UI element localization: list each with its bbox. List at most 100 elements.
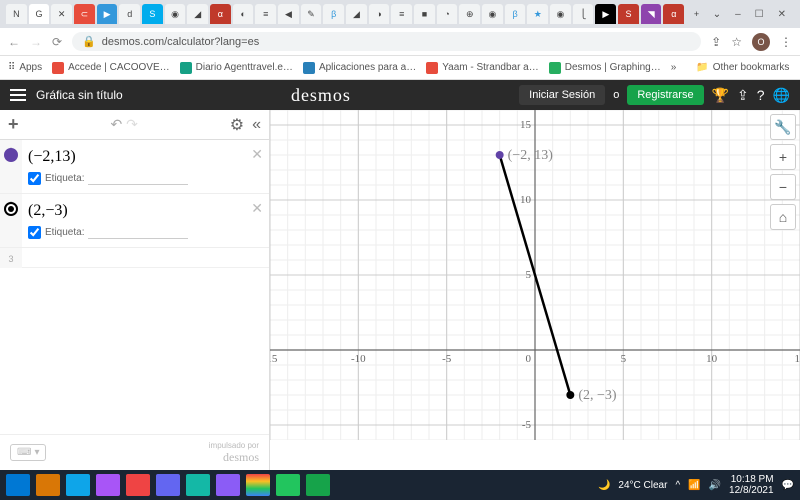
taskbar-app-icon[interactable]: [66, 474, 90, 496]
tab[interactable]: ▶: [595, 4, 616, 24]
weather-text[interactable]: 24°C Clear: [618, 480, 667, 491]
tab[interactable]: ✕: [51, 4, 72, 24]
url-input[interactable]: 🔒 desmos.com/calculator?lang=es: [72, 32, 701, 51]
tab[interactable]: ★: [527, 4, 548, 24]
bookmark-item[interactable]: Accede | CACOOVE…: [52, 62, 170, 74]
tab[interactable]: β: [505, 4, 526, 24]
graph-canvas[interactable]: -15-10-551015-5510150(−2, 13)(2, −3) 🔧 +…: [270, 110, 800, 470]
label-input[interactable]: [88, 173, 188, 185]
taskbar-app-icon[interactable]: [216, 474, 240, 496]
tab[interactable]: ◔: [437, 4, 458, 24]
profile-avatar[interactable]: O: [752, 33, 770, 51]
tab[interactable]: ◑: [369, 4, 390, 24]
color-dot-icon[interactable]: [4, 202, 18, 216]
star-icon[interactable]: ☆: [731, 35, 742, 49]
back-button[interactable]: ←: [8, 35, 20, 49]
weather-icon[interactable]: 🌙: [598, 480, 610, 491]
expression-math[interactable]: (−2,13): [28, 148, 261, 166]
bookmark-item[interactable]: Desmos | Graphing…: [549, 62, 661, 74]
taskbar-app-icon[interactable]: [126, 474, 150, 496]
taskbar-app-icon[interactable]: [276, 474, 300, 496]
tab[interactable]: ◢: [346, 4, 367, 24]
wrench-icon[interactable]: 🔧: [770, 114, 796, 140]
bookmark-item[interactable]: Diario Agenttravel.e…: [180, 62, 293, 74]
tab-overflow-icon[interactable]: ⌄: [707, 9, 727, 20]
tab[interactable]: ◢: [187, 4, 208, 24]
new-tab-button[interactable]: +: [686, 4, 707, 24]
share-icon[interactable]: ⇪: [711, 35, 721, 49]
add-expression-button[interactable]: +: [8, 114, 19, 135]
graph-title[interactable]: Gráfica sin título: [36, 88, 123, 102]
tab[interactable]: ✎: [301, 4, 322, 24]
expression-row[interactable]: 1 (−2,13) ✕ Etiqueta:: [0, 140, 269, 194]
tab[interactable]: β: [323, 4, 344, 24]
forward-button[interactable]: →: [30, 35, 42, 49]
home-button[interactable]: ⌂: [770, 204, 796, 230]
tab[interactable]: ⎩: [573, 4, 594, 24]
tab[interactable]: S: [618, 4, 639, 24]
zoom-in-button[interactable]: +: [770, 144, 796, 170]
tab[interactable]: ▶: [97, 4, 118, 24]
reload-button[interactable]: ⟳: [52, 35, 62, 49]
bookmark-item[interactable]: Aplicaciones para a…: [303, 62, 416, 74]
collapse-sidebar-icon[interactable]: «: [252, 116, 261, 134]
tab[interactable]: ◥: [641, 4, 662, 24]
tab[interactable]: N: [6, 4, 27, 24]
tab[interactable]: ■: [414, 4, 435, 24]
tab[interactable]: α: [663, 4, 684, 24]
expression-math[interactable]: (2,−3): [28, 202, 261, 220]
apps-button[interactable]: ⠿Apps: [8, 62, 42, 73]
settings-icon[interactable]: ⚙: [230, 115, 244, 135]
maximize-button[interactable]: ☐: [755, 9, 764, 20]
tab[interactable]: ⊂: [74, 4, 95, 24]
menu-icon[interactable]: ⋮: [780, 35, 792, 49]
label-input[interactable]: [88, 227, 188, 239]
tab[interactable]: ≡: [255, 4, 276, 24]
tab[interactable]: ◐: [233, 4, 254, 24]
tab[interactable]: S: [142, 4, 163, 24]
empty-expression-row[interactable]: 3: [0, 248, 269, 268]
taskbar-app-icon[interactable]: [186, 474, 210, 496]
share-icon[interactable]: ⇪: [737, 87, 749, 104]
tab[interactable]: α: [210, 4, 231, 24]
minimize-button[interactable]: –: [735, 9, 741, 20]
color-dot-icon[interactable]: [4, 148, 18, 162]
keyboard-button[interactable]: ⌨ ▾: [10, 444, 46, 461]
language-icon[interactable]: 🌐: [773, 87, 790, 104]
redo-button[interactable]: ↷: [126, 116, 138, 132]
other-bookmarks[interactable]: 📁Other bookmarks: [696, 62, 789, 73]
start-button[interactable]: [6, 474, 30, 496]
undo-button[interactable]: ↶: [110, 116, 122, 132]
tab[interactable]: ◉: [482, 4, 503, 24]
tab-active[interactable]: G: [29, 4, 50, 24]
taskbar-app-icon[interactable]: [156, 474, 180, 496]
tab[interactable]: ≡: [391, 4, 412, 24]
hamburger-icon[interactable]: [10, 89, 26, 101]
wifi-icon[interactable]: 📶: [688, 480, 700, 491]
bookmark-overflow[interactable]: »: [671, 62, 677, 73]
login-button[interactable]: Iniciar Sesión: [519, 85, 605, 105]
zoom-out-button[interactable]: −: [770, 174, 796, 200]
bookmark-item[interactable]: Yaam - Strandbar a…: [426, 62, 539, 74]
label-checkbox[interactable]: [28, 172, 41, 185]
taskbar-app-icon[interactable]: [246, 474, 270, 496]
delete-expression-icon[interactable]: ✕: [251, 146, 263, 163]
tab[interactable]: ⊕: [459, 4, 480, 24]
tab[interactable]: d: [119, 4, 140, 24]
label-checkbox[interactable]: [28, 226, 41, 239]
clock[interactable]: 10:18 PM 12/8/2021: [729, 474, 774, 496]
help-icon[interactable]: ?: [757, 87, 765, 103]
taskbar-app-icon[interactable]: [306, 474, 330, 496]
taskbar-app-icon[interactable]: [96, 474, 120, 496]
delete-expression-icon[interactable]: ✕: [251, 200, 263, 217]
tab[interactable]: ◉: [550, 4, 571, 24]
tab[interactable]: ◀: [278, 4, 299, 24]
tab[interactable]: ◉: [165, 4, 186, 24]
notifications-icon[interactable]: 💬: [782, 480, 794, 491]
register-button[interactable]: Registrarse: [627, 85, 703, 105]
tray-chevron-icon[interactable]: ^: [675, 480, 680, 491]
expression-row[interactable]: 2 (2,−3) ✕ Etiqueta:: [0, 194, 269, 248]
volume-icon[interactable]: 🔊: [709, 480, 721, 491]
taskbar-app-icon[interactable]: [36, 474, 60, 496]
trophy-icon[interactable]: 🏆: [712, 87, 729, 104]
